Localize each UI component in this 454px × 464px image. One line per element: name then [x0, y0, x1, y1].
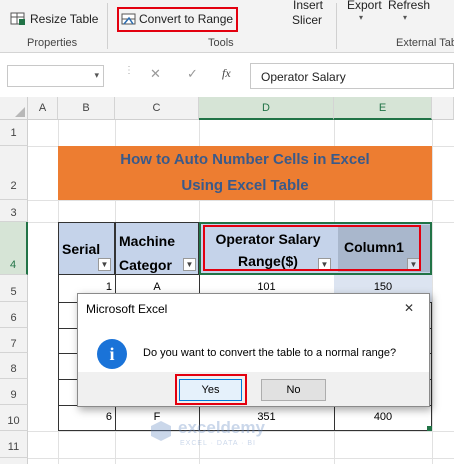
dialog-button-bar: [78, 372, 429, 406]
table-cell[interactable]: 6: [58, 411, 112, 423]
watermark-tagline: EXCEL · DATA · BI: [180, 440, 256, 447]
filter-dropdown-icon[interactable]: ▼: [98, 258, 111, 271]
no-button[interactable]: No: [261, 379, 326, 401]
table-resize-handle[interactable]: [427, 426, 432, 431]
dialog-message: Do you want to convert the table to a no…: [143, 347, 397, 359]
table-cell[interactable]: 1: [58, 281, 112, 293]
drag-handle-icon[interactable]: ⋮: [124, 65, 134, 76]
watermark-logo: exceldemy EXCEL · DATA · BI: [150, 418, 320, 454]
formula-input[interactable]: Operator Salary: [250, 63, 454, 89]
group-label-external: External Tab: [396, 37, 454, 49]
insert-slicer-button[interactable]: Insert Slicer: [287, 0, 331, 30]
gridline: [432, 120, 433, 464]
refresh-button[interactable]: Refresh ▾: [387, 0, 431, 22]
table-cell[interactable]: 400: [334, 411, 432, 423]
column-header-e[interactable]: E: [334, 97, 432, 120]
gridline: [28, 200, 454, 201]
column-header-a[interactable]: A: [28, 97, 58, 120]
sheet-title-text: How to Auto Number Cells in Excel Using …: [120, 151, 370, 194]
row-header-5[interactable]: 5: [0, 275, 28, 302]
info-icon: i: [97, 339, 127, 369]
cancel-icon[interactable]: ✕: [150, 66, 161, 82]
export-label: Export: [347, 0, 382, 12]
close-icon[interactable]: ✕: [404, 301, 414, 315]
yes-button-highlight: [175, 374, 247, 405]
row-header-8[interactable]: 8: [0, 353, 28, 379]
convert-to-range-highlight: [117, 7, 238, 32]
group-label-properties: Properties: [27, 37, 78, 49]
row-header-9[interactable]: 9: [0, 379, 28, 405]
row-header-1[interactable]: 1: [0, 120, 28, 146]
enter-icon[interactable]: ✓: [187, 66, 198, 82]
group-separator: [336, 3, 337, 49]
gridline: [28, 458, 454, 459]
resize-table-button[interactable]: Resize Table: [10, 11, 106, 29]
slicer-label: Slicer: [292, 13, 323, 27]
table-cell[interactable]: A: [115, 281, 199, 293]
table-cell[interactable]: 101: [199, 281, 334, 293]
chevron-down-icon: ▾: [94, 70, 99, 80]
row-header-6[interactable]: 6: [0, 302, 28, 328]
row-header-10[interactable]: 10: [0, 405, 28, 431]
formula-bar: ▾ ⋮ ✕ ✓ fx Operator Salary: [0, 57, 454, 93]
column-header-c[interactable]: C: [115, 97, 199, 120]
table-header-serial[interactable]: Serial ▼: [58, 222, 115, 275]
row-header-2[interactable]: 2: [0, 146, 28, 200]
row-header-4[interactable]: 4: [0, 222, 28, 275]
column-header-b[interactable]: B: [58, 97, 115, 120]
filter-dropdown-icon[interactable]: ▼: [183, 258, 196, 271]
row-header-3[interactable]: 3: [0, 200, 28, 222]
select-all-icon: [15, 107, 25, 117]
chevron-down-icon: ▾: [403, 13, 408, 22]
sheet-title[interactable]: How to Auto Number Cells in Excel Using …: [58, 146, 432, 200]
select-all-corner[interactable]: [0, 97, 28, 120]
resize-table-icon: [10, 12, 25, 25]
dialog-titlebar[interactable]: Microsoft Excel ✕: [78, 294, 429, 322]
row-header-strip: [0, 458, 28, 464]
dialog-title: Microsoft Excel: [86, 302, 168, 316]
row-header-11[interactable]: 11: [0, 431, 28, 458]
watermark-text: exceldemy: [178, 418, 265, 437]
exceldemy-logo-icon: [151, 421, 171, 441]
resize-table-label: Resize Table: [30, 12, 99, 26]
export-button[interactable]: Export ▾: [345, 0, 385, 22]
table-header-machine[interactable]: Machine Categor ▼: [115, 222, 199, 275]
name-box[interactable]: ▾: [7, 65, 104, 87]
group-label-tools: Tools: [208, 37, 234, 49]
row-header-7[interactable]: 7: [0, 328, 28, 353]
column-header-d[interactable]: D: [199, 97, 334, 120]
refresh-label: Refresh: [388, 0, 431, 12]
header-highlight-box: [203, 225, 421, 271]
column-header-f[interactable]: [432, 97, 454, 120]
chevron-down-icon: ▾: [359, 13, 364, 22]
group-separator: [107, 3, 108, 49]
insert-label: Insert: [293, 0, 324, 12]
table-header-serial-label: Serial: [62, 241, 101, 257]
insert-function-icon[interactable]: fx: [222, 66, 231, 81]
ribbon: Resize Table Properties Convert to Range…: [0, 0, 454, 53]
table-cell[interactable]: 150: [334, 281, 432, 293]
convert-dialog: Microsoft Excel ✕ i Do you want to conve…: [77, 293, 430, 407]
